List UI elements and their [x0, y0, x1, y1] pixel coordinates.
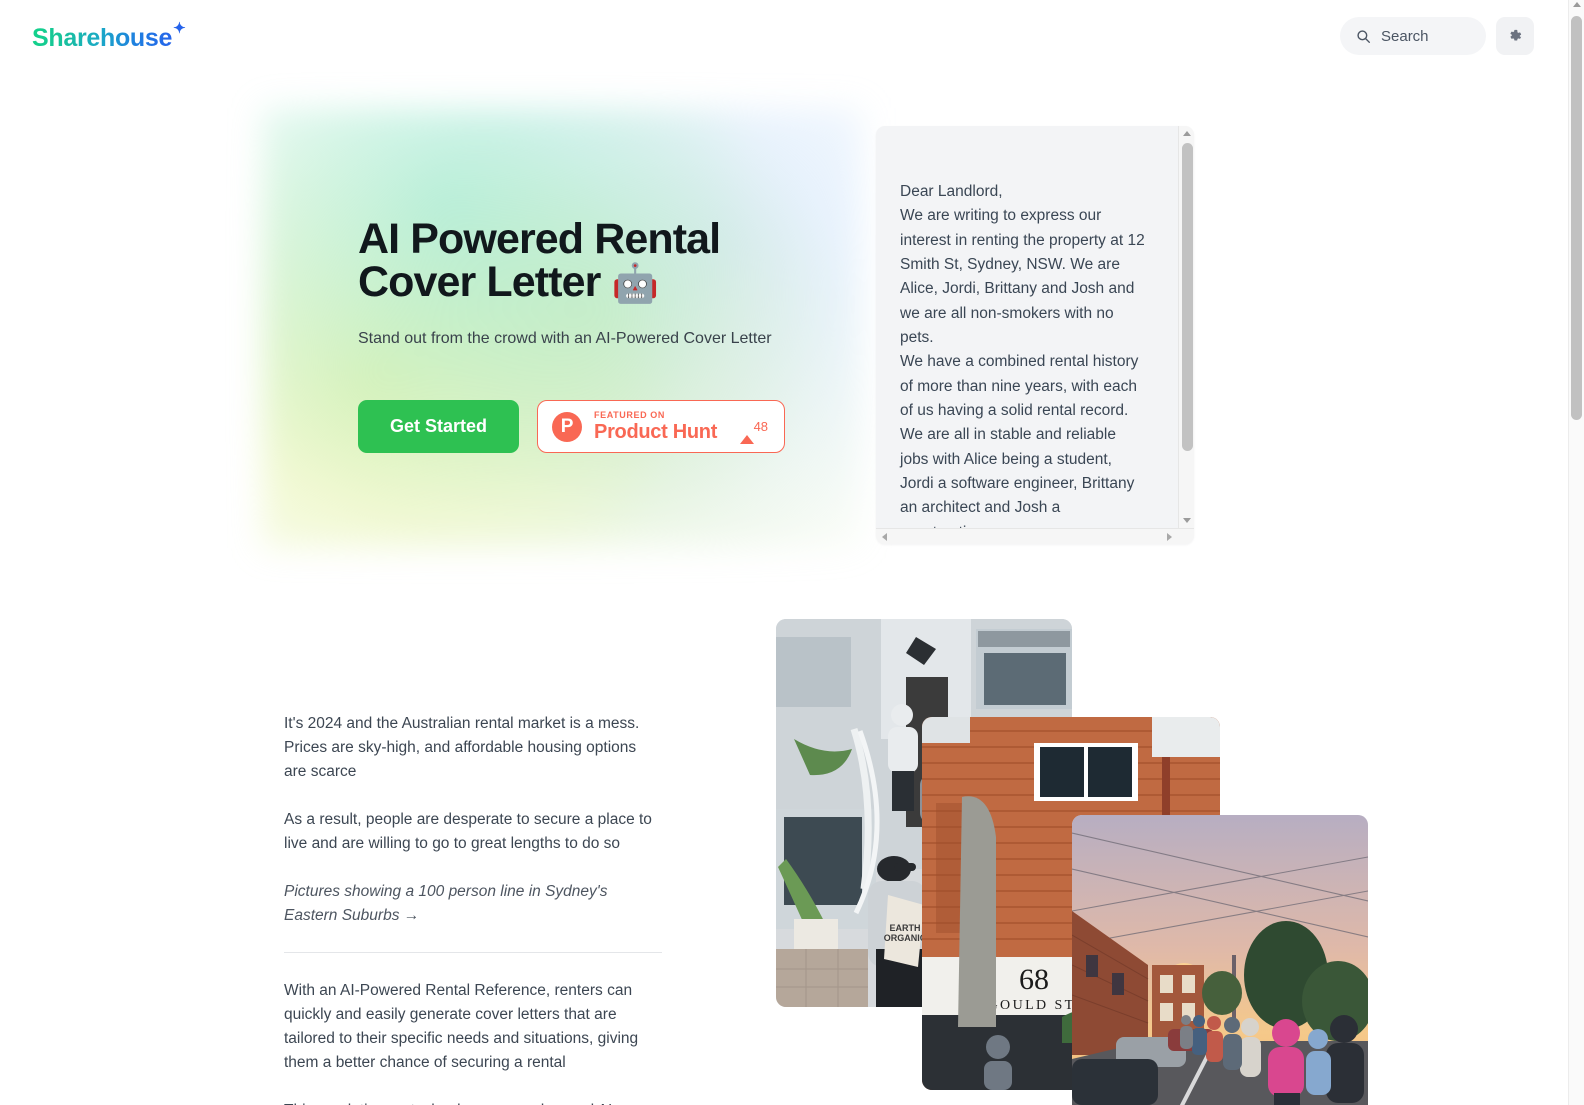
caret-up-icon [739, 417, 754, 444]
hero-section: AI Powered Rental Cover Letter 🤖 Stand o… [0, 108, 1568, 548]
letter-horizontal-scrollbar[interactable] [876, 528, 1194, 544]
brand-name: Sharehouse [32, 23, 173, 52]
product-hunt-vote-count: 48 [753, 418, 769, 434]
hero-copy: AI Powered Rental Cover Letter 🤖 Stand o… [358, 218, 898, 454]
page-root: Sharehouse ✦ Search AI Powered Rental Co… [0, 0, 1584, 1105]
scroll-left-arrow-icon[interactable] [882, 532, 887, 541]
svg-text:GOULD ST.: GOULD ST. [988, 998, 1081, 1013]
gear-icon [1510, 29, 1522, 41]
search-input[interactable]: Search [1340, 17, 1486, 55]
product-hunt-text: FEATURED ON Product Hunt [594, 410, 724, 443]
header-actions: Search [1340, 17, 1534, 55]
article-paragraph: It's 2024 and the Australian rental mark… [284, 715, 640, 781]
letter-paragraph: We are writing to express our interest i… [900, 207, 1145, 346]
hero-title-line-2: Cover Letter [358, 258, 601, 306]
photo-sunset-street-queue [1072, 815, 1368, 1105]
search-placeholder-text: Search [1381, 27, 1429, 45]
article-paragraph: With an AI-Powered Rental Reference, ren… [284, 982, 639, 1072]
vertical-scrollbar-thumb[interactable] [1182, 143, 1193, 451]
scroll-up-arrow-icon[interactable] [1182, 131, 1191, 136]
scroll-down-arrow-icon[interactable] [1182, 518, 1191, 523]
pictures-caption-link[interactable]: Pictures showing a 100 person line in Sy… [284, 880, 662, 928]
letter-paragraph: Dear Landlord, [900, 183, 1003, 200]
product-hunt-kicker: FEATURED ON [594, 410, 665, 421]
article-paragraph: As a result, people are desperate to sec… [284, 811, 652, 853]
article-paragraph: This revolutionary technology uses advan… [284, 1099, 662, 1105]
svg-text:EARTH: EARTH [890, 923, 921, 933]
page-scroll-up-arrow-icon[interactable] [1572, 2, 1581, 7]
letter-paragraph: We have a combined rental history of mor… [900, 353, 1139, 528]
section-divider [284, 952, 662, 954]
settings-button[interactable] [1496, 17, 1534, 55]
sparkle-icon: ✦ [173, 19, 186, 37]
hero-actions: Get Started P FEATURED ON Product Hunt 4… [358, 400, 898, 454]
product-hunt-badge[interactable]: P FEATURED ON Product Hunt 48 [537, 400, 786, 454]
page-scrollbar[interactable] [1568, 0, 1584, 1105]
brand-logo[interactable]: Sharehouse ✦ [32, 21, 186, 52]
search-icon [1357, 29, 1371, 43]
page-scrollbar-thumb[interactable] [1571, 16, 1582, 420]
svg-text:68: 68 [1019, 963, 1049, 996]
robot-icon: 🤖 [611, 263, 659, 305]
product-hunt-upvotes: 48 [739, 417, 769, 444]
cover-letter-text[interactable]: Dear Landlord, We are writing to express… [876, 126, 1178, 528]
page-title: AI Powered Rental Cover Letter 🤖 [358, 218, 818, 304]
cover-letter-preview: Dear Landlord, We are writing to express… [876, 126, 1194, 544]
scroll-right-arrow-icon[interactable] [1167, 532, 1172, 541]
svg-text:ORGANIC: ORGANIC [884, 933, 927, 943]
site-header: Sharehouse ✦ Search [0, 0, 1568, 72]
letter-vertical-scrollbar[interactable] [1178, 126, 1194, 528]
get-started-button[interactable]: Get Started [358, 400, 520, 454]
article-section: It's 2024 and the Australian rental mark… [284, 712, 662, 1105]
product-hunt-icon: P [552, 411, 583, 442]
hero-title-line-1: AI Powered Rental [358, 215, 721, 263]
product-hunt-name: Product Hunt [594, 420, 718, 443]
hero-subtitle: Stand out from the crowd with an AI-Powe… [358, 330, 772, 347]
photo-collage: EARTH ORGANIC 68 GOULD ST. [770, 612, 1390, 1105]
